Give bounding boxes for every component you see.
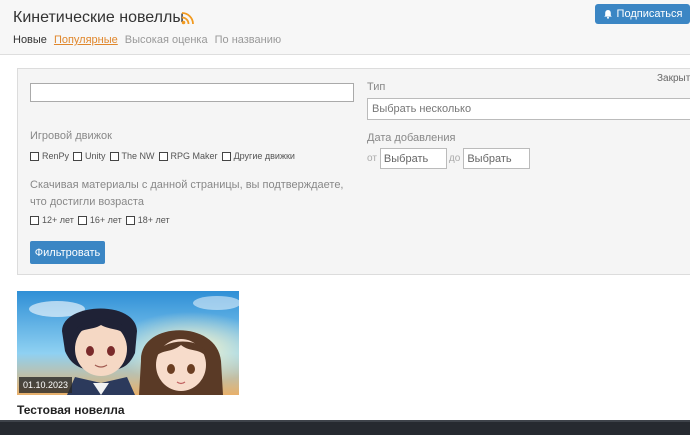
date-to-input[interactable]: Выбрать <box>463 148 531 169</box>
checkbox[interactable] <box>77 215 87 225</box>
page-title: Кинетические новеллы <box>13 9 184 26</box>
age-checkbox-16[interactable]: 16+ лет <box>77 215 122 225</box>
engine-label-thenw: The NW <box>121 151 155 161</box>
date-to-label: до <box>448 153 461 164</box>
bell-icon <box>603 10 612 19</box>
search-input[interactable] <box>30 83 354 102</box>
engine-checkbox-renpy[interactable]: RenPy <box>30 151 69 161</box>
age-checkbox-18[interactable]: 18+ лет <box>125 215 170 225</box>
engine-checkbox-other[interactable]: Другие движки <box>221 151 295 161</box>
rss-icon[interactable] <box>181 11 195 25</box>
page-header: Кинетические новеллы Подписаться Новые П… <box>0 0 690 55</box>
tab-popular[interactable]: Популярные <box>54 34 118 46</box>
engine-label-rpgmaker: RPG Maker <box>170 151 218 161</box>
checkbox[interactable] <box>158 151 168 161</box>
date-from-input[interactable]: Выбрать <box>379 148 447 169</box>
filter-button[interactable]: Фильтровать <box>30 241 105 264</box>
checkbox[interactable] <box>30 151 39 161</box>
filter-panel: Закрыть Игровой движок RenPy Unity The N… <box>17 68 690 275</box>
checkbox[interactable] <box>221 151 231 161</box>
tab-high-rating[interactable]: Высокая оценка <box>125 34 208 46</box>
age-checkboxes: 12+ лет 16+ лет 18+ лет <box>30 215 174 225</box>
engine-checkboxes: RenPy Unity The NW RPG Maker Другие движ… <box>30 151 299 161</box>
novel-cover-image[interactable]: 01.10.2023 <box>17 291 239 395</box>
age-note: Скачивая материалы с данной страницы, вы… <box>30 179 344 208</box>
novel-title[interactable]: Тестовая новелла <box>17 403 239 417</box>
engine-label-renpy: RenPy <box>42 151 70 161</box>
age-label-18: 18+ лет <box>137 215 170 225</box>
subscribe-button[interactable]: Подписаться <box>595 4 690 24</box>
checkbox[interactable] <box>125 215 135 225</box>
subscribe-label: Подписаться <box>616 8 683 20</box>
tab-by-name[interactable]: По названию <box>215 34 282 46</box>
age-label-12: 12+ лет <box>42 215 74 225</box>
novel-card[interactable]: 01.10.2023 Тестовая новелла <box>17 291 239 417</box>
engine-label-other: Другие движки <box>233 151 295 161</box>
type-label: Тип <box>367 81 386 93</box>
age-checkbox-12[interactable]: 12+ лет <box>30 215 74 225</box>
date-label: Дата добавления <box>367 132 456 144</box>
date-badge: 01.10.2023 <box>19 377 73 393</box>
sort-tabs: Новые Популярные Высокая оценка По назва… <box>13 34 281 46</box>
engine-label: Игровой движок <box>30 130 112 142</box>
engine-label-unity: Unity <box>85 151 106 161</box>
taskbar-edge <box>0 420 690 422</box>
age-label-16: 16+ лет <box>89 215 122 225</box>
type-select[interactable]: Выбрать несколько <box>367 98 690 120</box>
date-range: от Выбрать до Выбрать <box>367 148 532 169</box>
checkbox[interactable] <box>30 215 39 225</box>
engine-checkbox-unity[interactable]: Unity <box>73 151 106 161</box>
tab-new[interactable]: Новые <box>13 34 47 46</box>
engine-checkbox-thenw[interactable]: The NW <box>109 151 155 161</box>
date-from-label: от <box>367 153 377 164</box>
checkbox[interactable] <box>73 151 83 161</box>
checkbox[interactable] <box>109 151 119 161</box>
collapse-link[interactable]: Закрыть <box>657 73 690 84</box>
taskbar <box>0 420 690 435</box>
engine-checkbox-rpgmaker[interactable]: RPG Maker <box>158 151 218 161</box>
